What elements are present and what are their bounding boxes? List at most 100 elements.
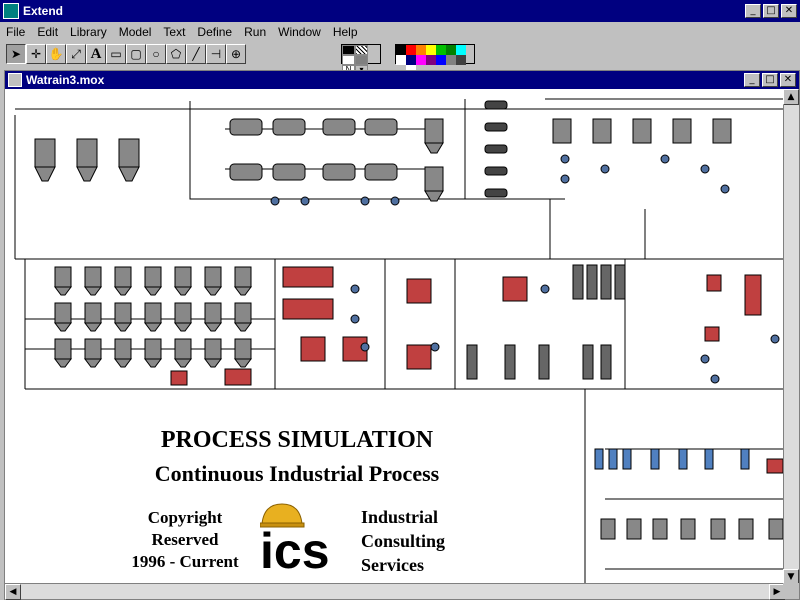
- pump-icon[interactable]: [770, 334, 780, 344]
- mill-drums[interactable]: [229, 118, 398, 181]
- tank[interactable]: [174, 302, 192, 324]
- menu-window[interactable]: Window: [278, 25, 321, 39]
- rounded-rectangle-icon[interactable]: ▢: [126, 44, 146, 64]
- clone-icon[interactable]: ⤢: [66, 44, 86, 64]
- tank[interactable]: [144, 338, 162, 360]
- pump-icon[interactable]: [300, 196, 310, 206]
- doc-minimize-button[interactable]: _: [744, 73, 760, 87]
- color-swatch[interactable]: [436, 45, 446, 55]
- tank[interactable]: [114, 302, 132, 324]
- tank[interactable]: [144, 302, 162, 324]
- color-swatch[interactable]: [446, 45, 456, 55]
- menu-model[interactable]: Model: [119, 25, 152, 39]
- tank-grid[interactable]: [54, 266, 252, 368]
- tank[interactable]: [54, 302, 72, 324]
- color-palette[interactable]: [395, 44, 475, 75]
- tank-cone: [54, 358, 72, 368]
- menu-edit[interactable]: Edit: [37, 25, 58, 39]
- pattern-hatch-swatch[interactable]: [355, 45, 368, 55]
- rectangle-icon[interactable]: ▭: [106, 44, 126, 64]
- tank[interactable]: [204, 266, 222, 288]
- doc-maximize-button[interactable]: □: [762, 73, 778, 87]
- pattern-gray-swatch[interactable]: [355, 55, 368, 65]
- pump-icon[interactable]: [360, 342, 370, 352]
- pump-icon[interactable]: [700, 354, 710, 364]
- pump-icon[interactable]: [700, 164, 710, 174]
- cursor-icon[interactable]: ⊕: [226, 44, 246, 64]
- pattern-selector[interactable]: N ▾: [341, 44, 381, 75]
- color-swatch[interactable]: [426, 45, 436, 55]
- pump-icon[interactable]: [600, 164, 610, 174]
- pump-icon[interactable]: [390, 196, 400, 206]
- color-swatch[interactable]: [436, 55, 446, 65]
- tank[interactable]: [54, 338, 72, 360]
- menu-library[interactable]: Library: [70, 25, 107, 39]
- crosshair-icon[interactable]: ✛: [26, 44, 46, 64]
- menu-file[interactable]: File: [6, 25, 25, 39]
- document-icon[interactable]: [8, 73, 22, 87]
- pump-icon[interactable]: [710, 374, 720, 384]
- pump-icon[interactable]: [430, 342, 440, 352]
- lower-right-units[interactable]: [594, 448, 784, 540]
- color-swatch[interactable]: [446, 55, 456, 65]
- tank[interactable]: [204, 302, 222, 324]
- close-button[interactable]: ✕: [781, 4, 797, 18]
- color-swatch[interactable]: [416, 45, 426, 55]
- doc-close-button[interactable]: ✕: [780, 73, 796, 87]
- tank[interactable]: [54, 266, 72, 288]
- minimize-button[interactable]: _: [745, 4, 761, 18]
- color-swatch[interactable]: [396, 55, 406, 65]
- distillation-columns[interactable]: [466, 264, 626, 380]
- pattern-solid-swatch[interactable]: [342, 45, 355, 55]
- tank[interactable]: [204, 338, 222, 360]
- color-swatch[interactable]: [396, 45, 406, 55]
- heat-exchangers[interactable]: [484, 100, 508, 198]
- menu-run[interactable]: Run: [244, 25, 266, 39]
- hand-icon[interactable]: ✋: [46, 44, 66, 64]
- tank[interactable]: [234, 338, 252, 360]
- color-swatch[interactable]: [456, 55, 466, 65]
- pump-icon[interactable]: [720, 184, 730, 194]
- tank[interactable]: [84, 302, 102, 324]
- pump-icon[interactable]: [560, 154, 570, 164]
- tank[interactable]: [234, 302, 252, 324]
- maximize-button[interactable]: □: [763, 4, 779, 18]
- tank[interactable]: [174, 338, 192, 360]
- pump-icon[interactable]: [660, 154, 670, 164]
- model-canvas[interactable]: PROCESS SIMULATION Continuous Industrial…: [5, 89, 785, 585]
- tank[interactable]: [174, 266, 192, 288]
- pump-icon[interactable]: [350, 314, 360, 324]
- tank[interactable]: [114, 338, 132, 360]
- color-swatch[interactable]: [456, 45, 466, 55]
- polygon-icon[interactable]: ⬠: [166, 44, 186, 64]
- vertical-scrollbar[interactable]: ▲ ▼: [783, 89, 799, 585]
- tank[interactable]: [144, 266, 162, 288]
- tank[interactable]: [84, 338, 102, 360]
- pattern-empty-swatch[interactable]: [342, 55, 355, 65]
- tank[interactable]: [84, 266, 102, 288]
- storage-tanks[interactable]: [424, 118, 732, 202]
- line-icon[interactable]: ╱: [186, 44, 206, 64]
- color-swatch[interactable]: [406, 55, 416, 65]
- pump-icon[interactable]: [350, 284, 360, 294]
- app-icon[interactable]: [3, 3, 19, 19]
- color-swatch[interactable]: [406, 45, 416, 55]
- color-swatch[interactable]: [426, 55, 436, 65]
- tank[interactable]: [114, 266, 132, 288]
- pump-icon[interactable]: [540, 284, 550, 294]
- pump-icon[interactable]: [560, 174, 570, 184]
- text-tool-icon[interactable]: A: [86, 44, 106, 64]
- raw-silos[interactable]: [34, 138, 140, 182]
- right-angle-line-icon[interactable]: ⊣: [206, 44, 226, 64]
- horizontal-scrollbar[interactable]: ◀ ▶: [5, 583, 785, 600]
- pump-icon[interactable]: [360, 196, 370, 206]
- menu-help[interactable]: Help: [333, 25, 358, 39]
- arrow-pointer-icon[interactable]: ➤: [6, 44, 26, 64]
- oval-icon[interactable]: ○: [146, 44, 166, 64]
- menu-define[interactable]: Define: [197, 25, 232, 39]
- color-swatch[interactable]: [416, 55, 426, 65]
- pump-icon[interactable]: [270, 196, 280, 206]
- tank[interactable]: [234, 266, 252, 288]
- menu-text[interactable]: Text: [163, 25, 185, 39]
- scroll-left-icon[interactable]: ◀: [5, 584, 21, 600]
